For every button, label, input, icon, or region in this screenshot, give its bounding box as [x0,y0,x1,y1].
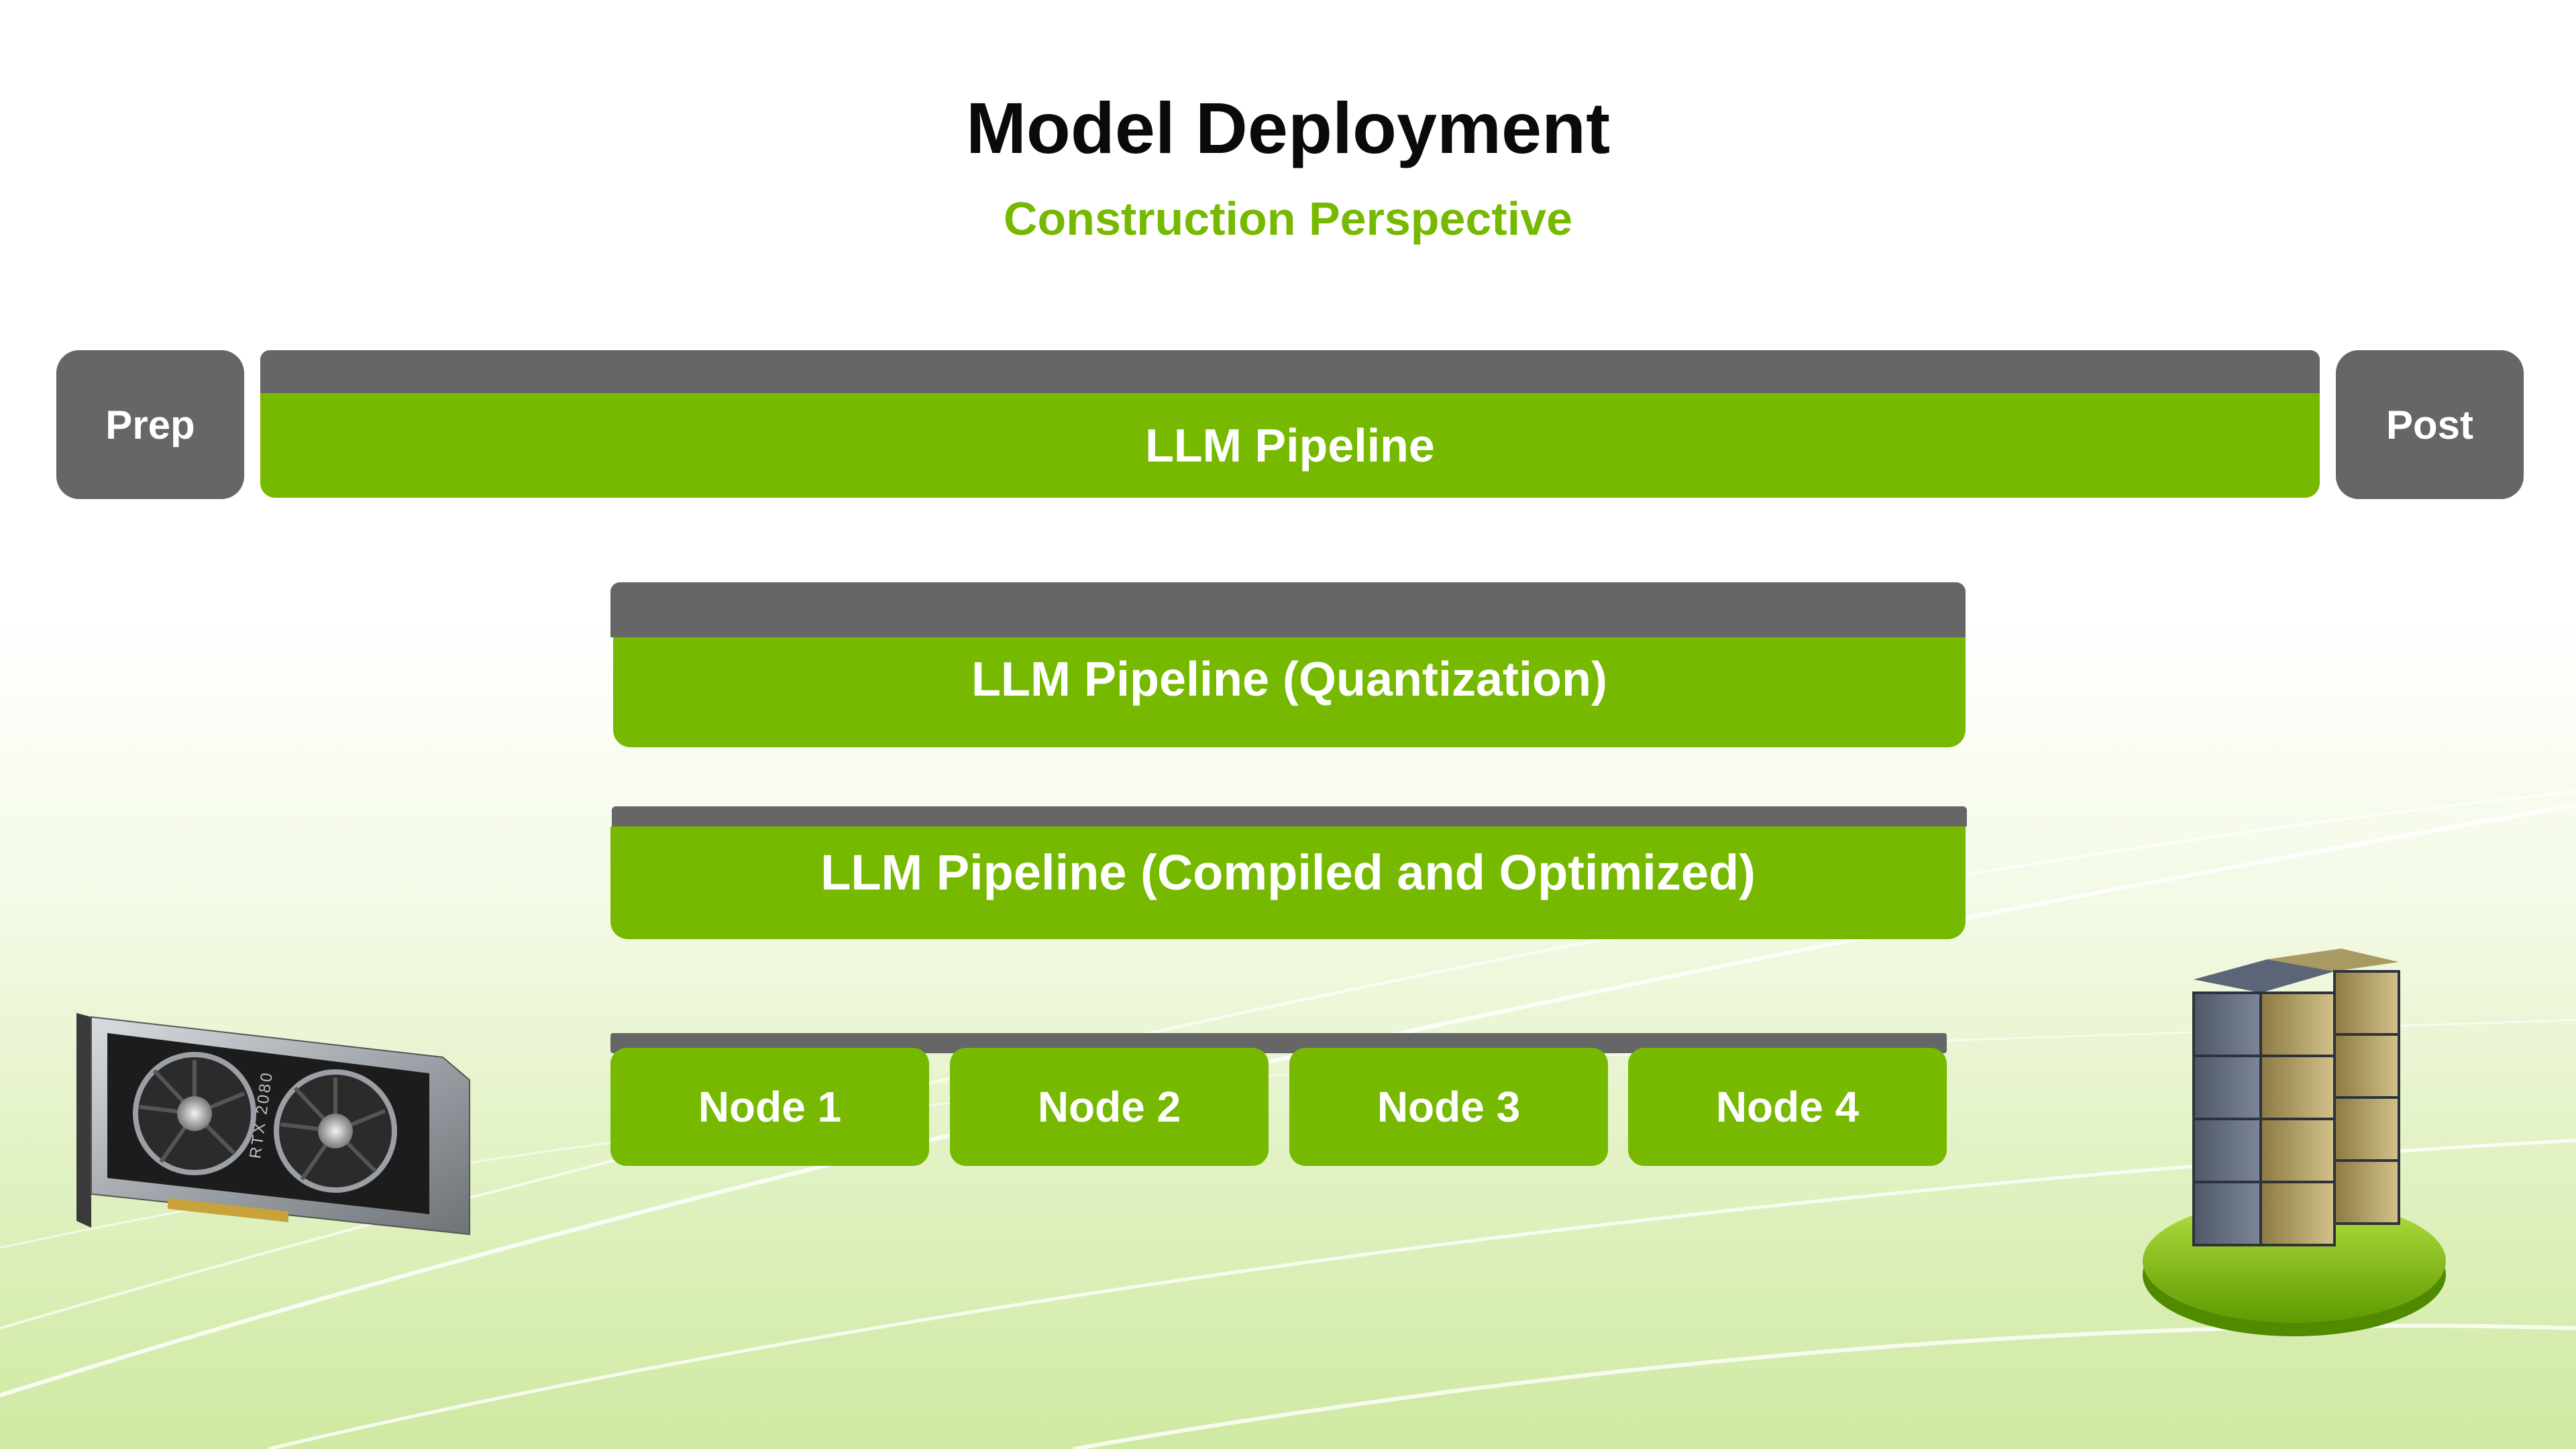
compiled-block: LLM Pipeline (Compiled and Optimized) [610,826,1966,939]
quantization-block: LLM Pipeline (Quantization) [613,637,1966,747]
page-subtitle: Construction Perspective [1004,193,1572,245]
compiled-header-bar [612,806,1967,826]
server-stack-illustration [2143,949,2446,1336]
page-title: Model Deployment [965,87,1611,168]
node-3-block: Node 3 [1289,1048,1608,1166]
prep-block: Prep [56,350,244,499]
server-block-rows [2192,970,2400,1246]
fan-left-icon [133,1052,256,1175]
node-1-block: Node 1 [610,1048,929,1166]
llm-pipeline-block: LLM Pipeline [260,393,2320,498]
quantization-header-bar [610,582,1966,637]
node-2-block: Node 2 [950,1048,1269,1166]
gpu-card-illustration: RTX 2080 [76,1013,470,1236]
fan-right-icon [274,1069,397,1193]
node-4-block: Node 4 [1628,1048,1947,1166]
post-block: Post [2336,350,2524,499]
llm-pipeline-header-bar [260,350,2320,393]
